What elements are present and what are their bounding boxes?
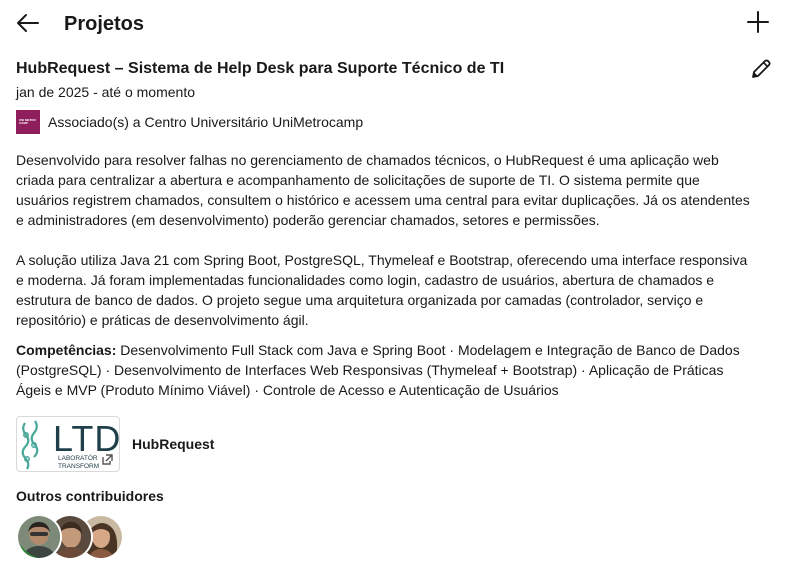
skills: Competências: Desenvolvimento Full Stack… [16, 340, 756, 400]
projects-page: Projetos HubRequest – Sistema de Help De… [0, 0, 788, 572]
contributors-avatars [16, 514, 126, 562]
project-date-range: jan de 2025 - até o momento [16, 84, 196, 100]
media-title[interactable]: HubRequest [132, 436, 214, 452]
skills-list: Desenvolvimento Full Stack com Java e Sp… [16, 342, 740, 398]
ltd-logo-sub1: LABORATÓR [58, 453, 98, 462]
external-link-icon [101, 454, 113, 466]
unimetrocamp-logo-text: UNI METRO CAMP [19, 118, 36, 125]
ltd-logo: LTD LABORATÓR TRANSFORM [21, 418, 119, 470]
ltd-logo-sub2: TRANSFORM [58, 463, 99, 470]
page-title: Projetos [64, 13, 145, 35]
description-paragraph-1: Desenvolvido para resolver falhas no ger… [16, 152, 750, 228]
contributor-avatar-1[interactable] [16, 514, 62, 560]
media-item[interactable]: LTD LABORATÓR TRANSFORM HubRequest [16, 416, 214, 472]
media-thumbnail[interactable]: LTD LABORATÓR TRANSFORM [16, 416, 120, 472]
project-description: Desenvolvido para resolver falhas no ger… [16, 150, 756, 330]
contributors-label: Outros contribuidores [16, 488, 164, 504]
back-button[interactable] [12, 7, 44, 39]
association-text: Associado(s) a Centro Universitário UniM… [48, 114, 364, 130]
skills-label: Competências: [16, 342, 117, 358]
unimetrocamp-logo: UNI METRO CAMP [16, 110, 40, 134]
ltd-logo-main: LTD [53, 418, 119, 459]
header: Projetos [0, 0, 788, 48]
project-entry: HubRequest – Sistema de Help Desk para S… [16, 58, 756, 400]
add-project-button[interactable] [742, 6, 774, 38]
project-title: HubRequest – Sistema de Help Desk para S… [16, 60, 505, 77]
description-paragraph-2: A solução utiliza Java 21 com Spring Boo… [16, 252, 748, 328]
association-row: UNI METRO CAMP Associado(s) a Centro Uni… [16, 110, 756, 134]
plus-icon [747, 11, 769, 33]
avatar-photo-1 [18, 516, 60, 558]
arrow-left-icon [17, 14, 39, 32]
